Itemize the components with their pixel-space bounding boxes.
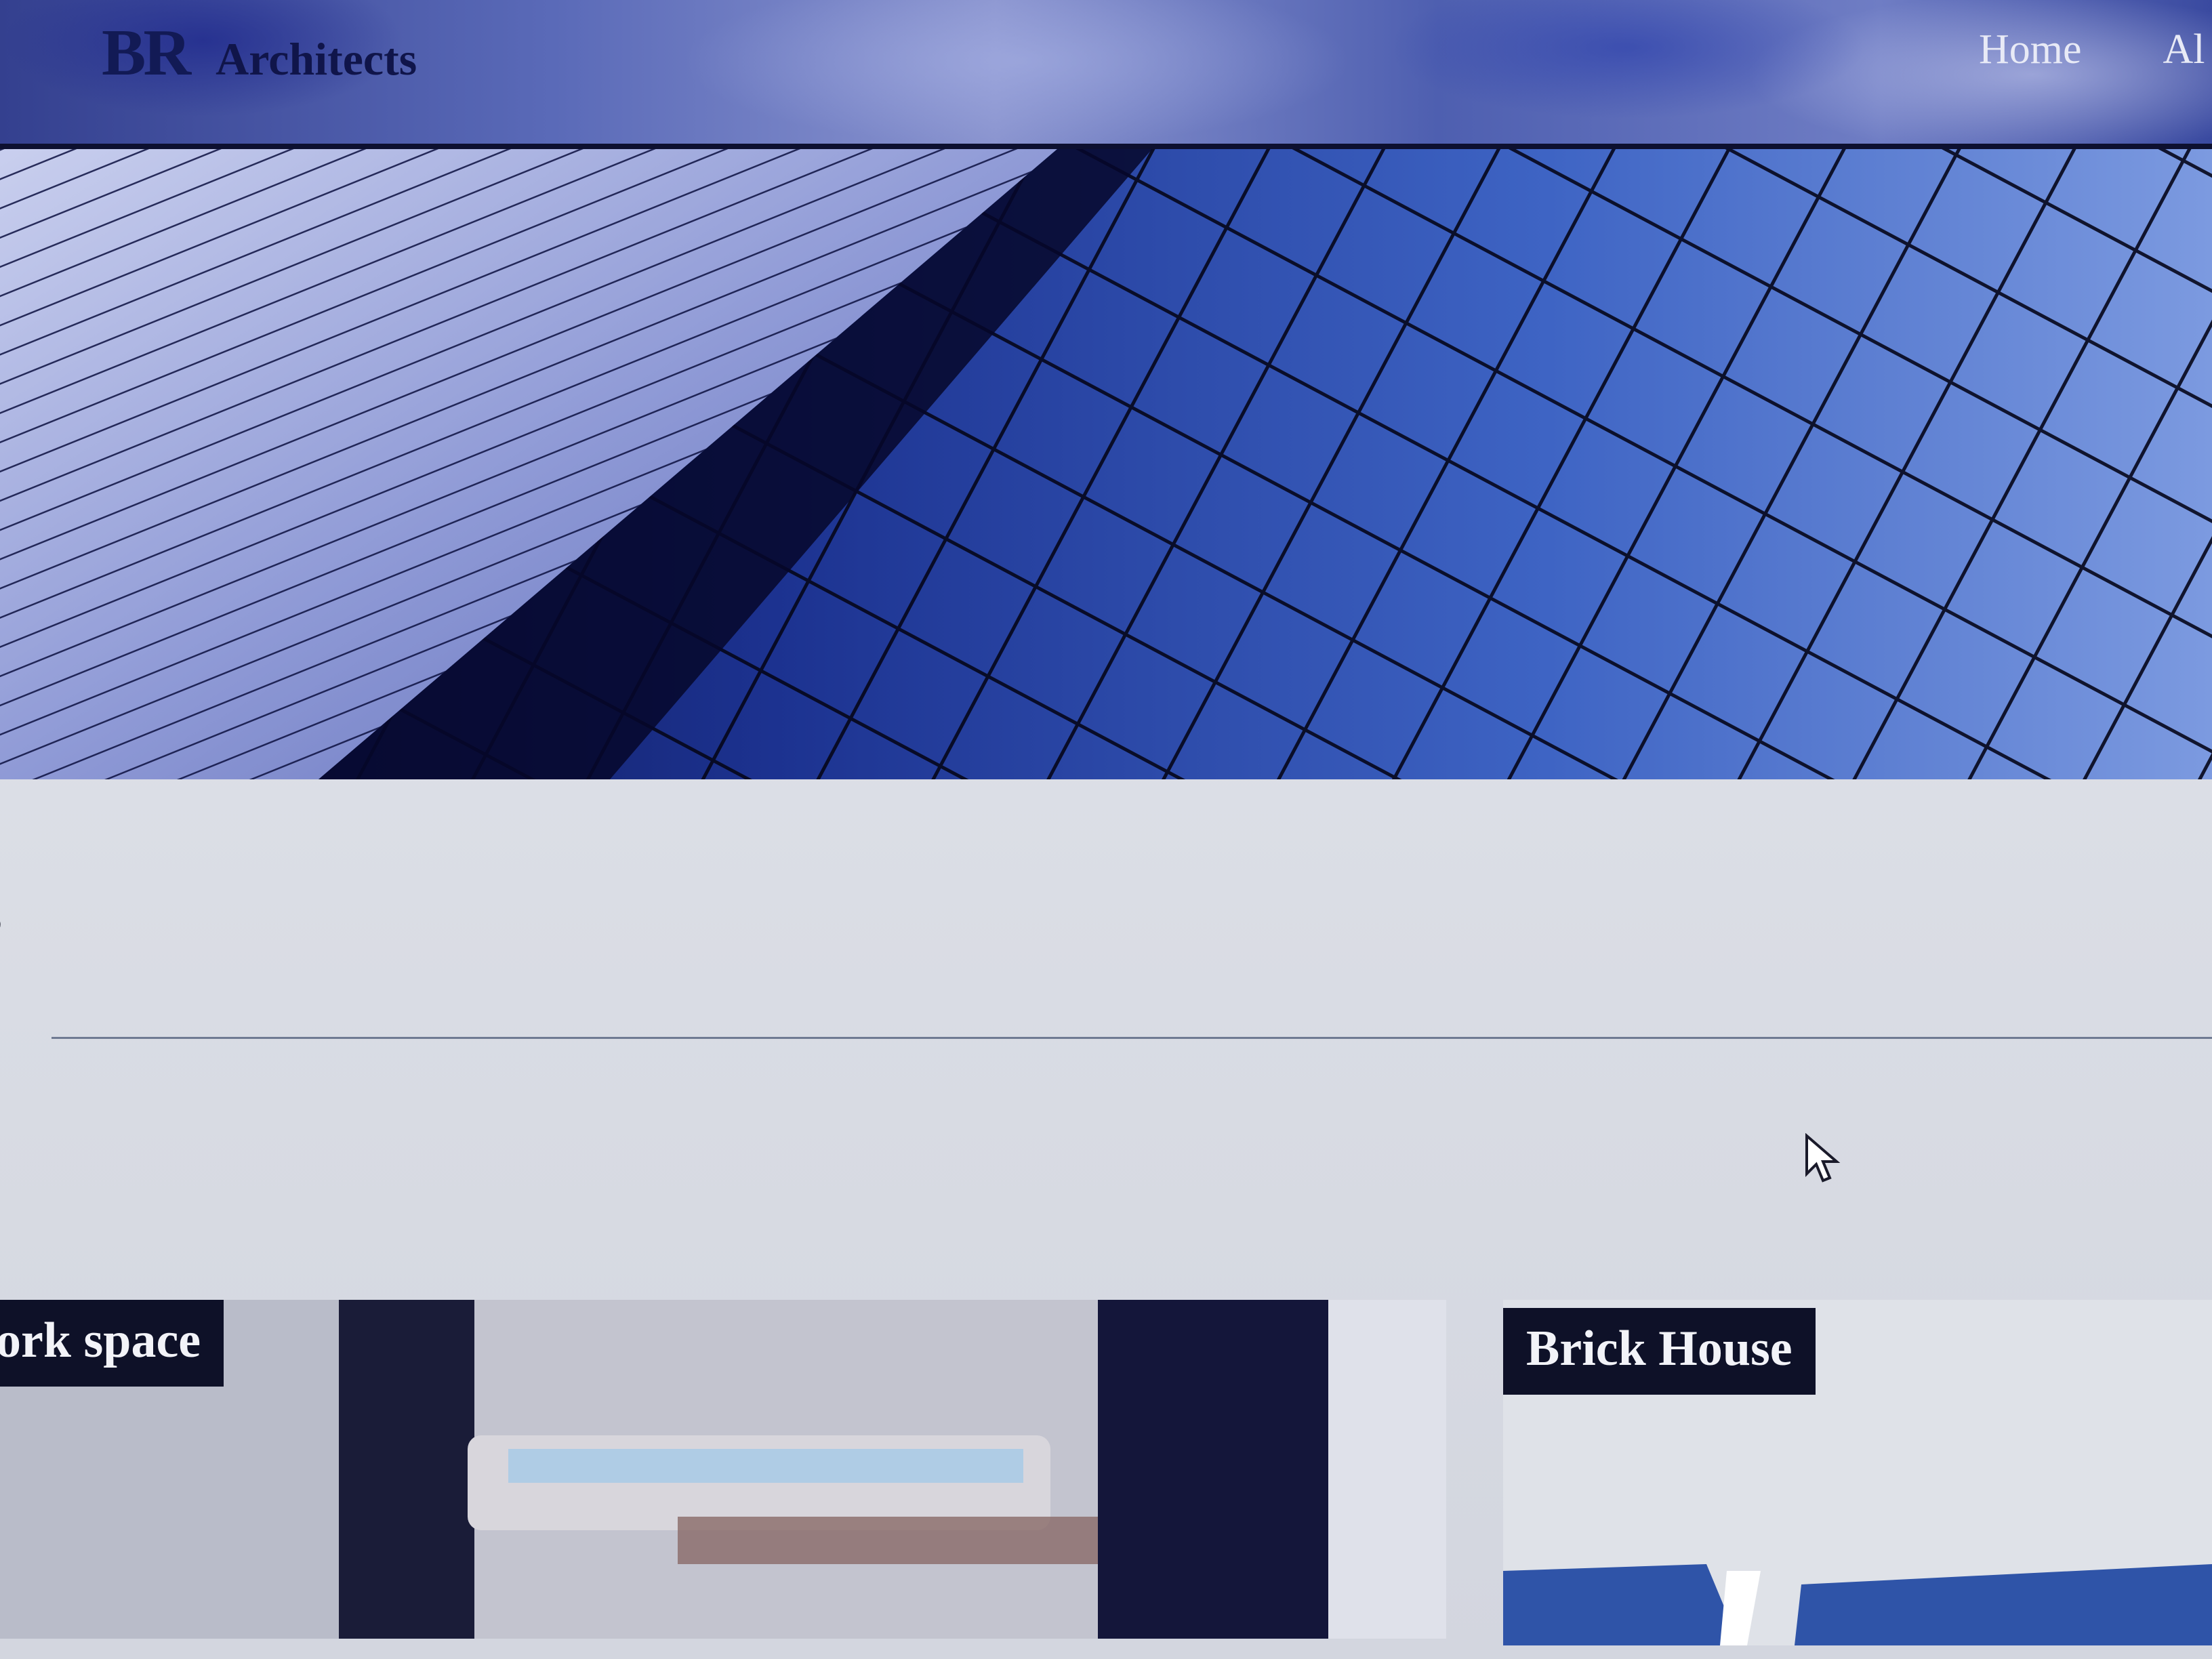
screen: BR Architects Home Al ork space Brick Ho…	[0, 0, 2212, 1659]
brand-mark: BR	[102, 16, 191, 89]
brand-name: Architects	[216, 33, 417, 85]
navbar: BR Architects Home Al	[0, 0, 2212, 149]
project-card-brick-house[interactable]: Brick House	[1503, 1300, 2212, 1645]
section-divider	[52, 1037, 2212, 1039]
mouse-pointer-icon	[1805, 1133, 1841, 1183]
project-card-work-space[interactable]: ork space	[0, 1300, 1446, 1639]
nav-menu: Home Al	[1979, 26, 2205, 74]
nav-link-about[interactable]: Al	[2163, 26, 2205, 74]
card-title: ork space	[0, 1300, 224, 1387]
hero-image	[0, 149, 2212, 779]
nav-link-home[interactable]: Home	[1979, 26, 2082, 74]
card-title: Brick House	[1503, 1308, 1816, 1395]
section-heading: s	[0, 881, 2, 947]
brand-logo[interactable]: BR Architects	[102, 15, 417, 91]
hero-facade-graphic	[0, 149, 2212, 779]
